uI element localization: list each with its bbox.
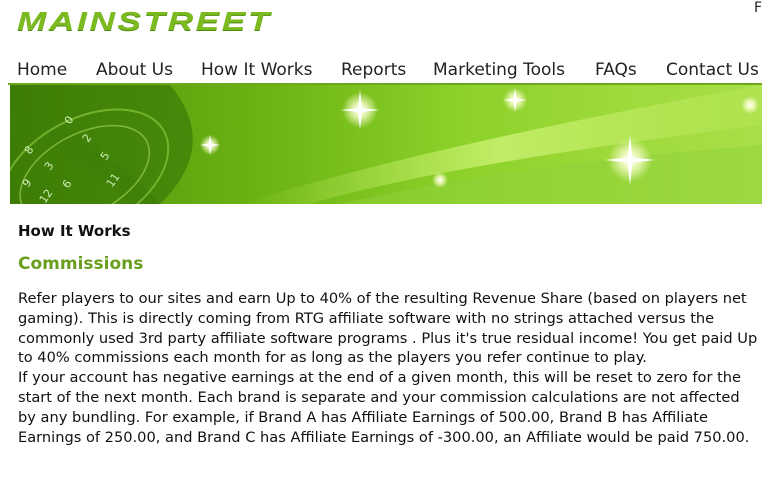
- commissions-paragraph-2: If your account has negative earnings at…: [18, 369, 750, 446]
- main-nav: Home About Us How It Works Reports Marke…: [0, 56, 762, 84]
- nav-faqs[interactable]: FAQs: [595, 60, 637, 80]
- site-logo[interactable]: MAINSTREET: [17, 6, 272, 37]
- page-title: How It Works: [18, 222, 131, 240]
- nav-home[interactable]: Home: [17, 60, 67, 80]
- truncated-header-text: F: [754, 0, 762, 16]
- nav-about-us[interactable]: About Us: [96, 60, 173, 80]
- header-banner: 0 2 5 8 11 3 6 9 12: [10, 85, 762, 204]
- nav-contact-us[interactable]: Contact Us: [666, 60, 759, 80]
- commissions-body: Refer players to our sites and earn Up t…: [18, 289, 758, 447]
- site-header: MAINSTREET F: [0, 0, 762, 56]
- banner-graphic: 02581136912: [10, 85, 762, 204]
- nav-reports[interactable]: Reports: [341, 60, 406, 80]
- section-heading-commissions: Commissions: [18, 254, 144, 274]
- nav-how-it-works[interactable]: How It Works: [201, 60, 312, 80]
- nav-marketing-tools[interactable]: Marketing Tools: [433, 60, 565, 80]
- commissions-paragraph-1: Refer players to our sites and earn Up t…: [18, 290, 758, 367]
